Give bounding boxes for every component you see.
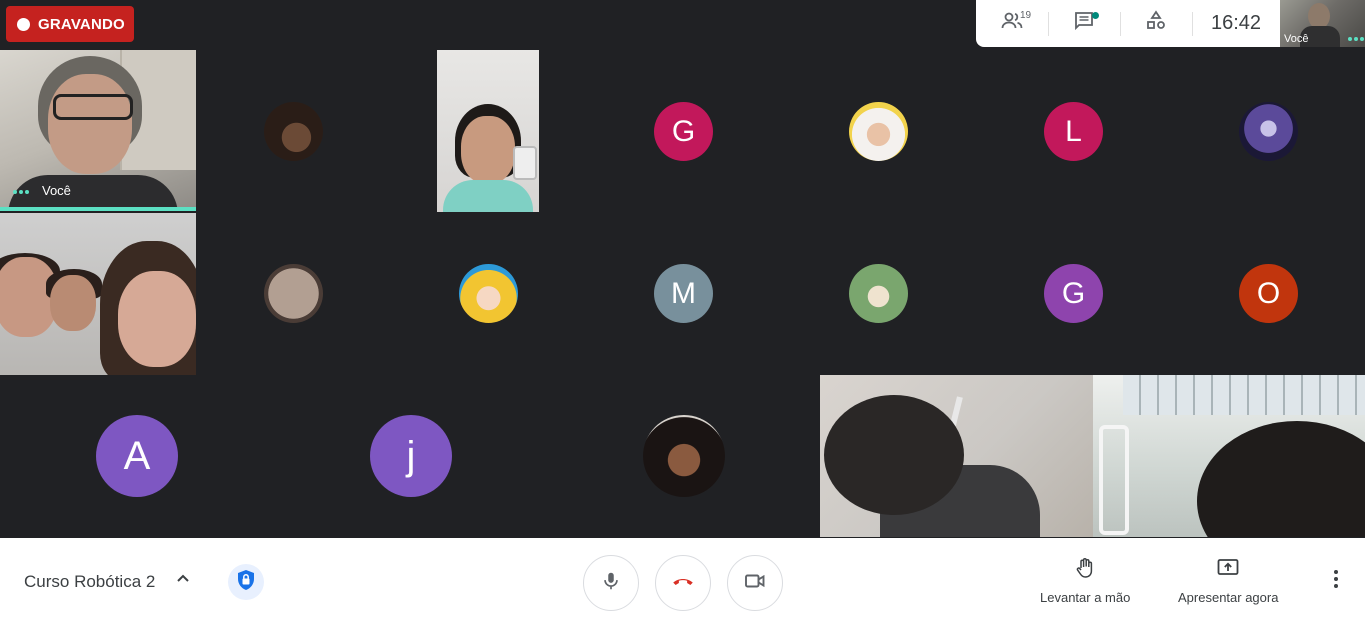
participant-avatar-photo[interactable] <box>643 415 725 497</box>
participant-avatar-letter[interactable]: G <box>654 102 713 161</box>
meeting-title[interactable]: Curso Robótica 2 <box>24 572 155 592</box>
participant-tile-video[interactable] <box>437 50 539 212</box>
clock: 16:42 <box>1192 12 1280 36</box>
present-now-button[interactable]: Apresentar agora <box>1178 556 1278 605</box>
speaking-dots-icon <box>1348 37 1364 41</box>
participant-name: Você <box>42 183 71 198</box>
people-button[interactable]: 19 <box>976 0 1048 47</box>
participant-avatar-photo[interactable] <box>849 264 908 323</box>
participant-avatar-letter[interactable]: M <box>654 264 713 323</box>
shield-lock-icon <box>236 569 256 596</box>
participant-avatar-letter[interactable]: O <box>1239 264 1298 323</box>
new-message-dot <box>1092 12 1099 19</box>
activities-button[interactable] <box>1120 0 1192 47</box>
chat-button[interactable] <box>1048 0 1120 47</box>
present-icon <box>1216 556 1240 580</box>
camera-icon <box>743 569 767 598</box>
recording-badge: GRAVANDO <box>6 6 134 42</box>
record-dot-icon <box>17 17 30 31</box>
raise-hand-button[interactable]: Levantar a mão <box>1040 556 1130 605</box>
activities-icon <box>1144 9 1168 38</box>
speaking-dots-icon <box>13 190 29 194</box>
bottom-toolbar: Curso Robótica 2 Levantar a mão Apresent… <box>0 538 1365 625</box>
self-preview[interactable]: Você <box>1280 0 1365 47</box>
people-count: 19 <box>1020 10 1032 21</box>
self-preview-label: Você <box>1284 33 1309 45</box>
participant-avatar-photo[interactable] <box>849 102 908 161</box>
hangup-button[interactable] <box>655 555 711 611</box>
more-vert-icon[interactable] <box>1326 570 1346 594</box>
participant-tile-self[interactable]: Você <box>0 50 196 211</box>
raise-hand-label: Levantar a mão <box>1040 590 1131 605</box>
participant-tile-video[interactable] <box>1093 375 1365 537</box>
mic-button[interactable] <box>583 555 639 611</box>
speaking-indicator <box>0 207 196 211</box>
recording-label: GRAVANDO <box>38 15 125 33</box>
hangup-icon <box>670 568 696 599</box>
hand-icon <box>1073 556 1097 580</box>
participant-avatar-letter[interactable]: G <box>1044 264 1103 323</box>
chevron-up-icon[interactable] <box>175 570 191 586</box>
participant-avatar-letter[interactable]: A <box>96 415 178 497</box>
host-controls-button[interactable] <box>228 564 264 600</box>
participant-avatar-photo[interactable] <box>264 264 323 323</box>
mic-icon <box>600 570 622 597</box>
participant-tile-video[interactable] <box>820 375 1093 537</box>
participant-tile-video[interactable] <box>0 213 196 375</box>
camera-button[interactable] <box>727 555 783 611</box>
participant-avatar-photo[interactable] <box>1239 102 1298 161</box>
participant-avatar-letter[interactable]: j <box>370 415 452 497</box>
present-label: Apresentar agora <box>1178 590 1279 605</box>
participant-grid: Você G L M G O A j <box>0 0 1365 538</box>
participant-avatar-photo[interactable] <box>264 102 323 161</box>
top-right-panel: 19 16:42 <box>976 0 1280 47</box>
participant-avatar-photo[interactable] <box>459 264 518 323</box>
participant-avatar-letter[interactable]: L <box>1044 102 1103 161</box>
